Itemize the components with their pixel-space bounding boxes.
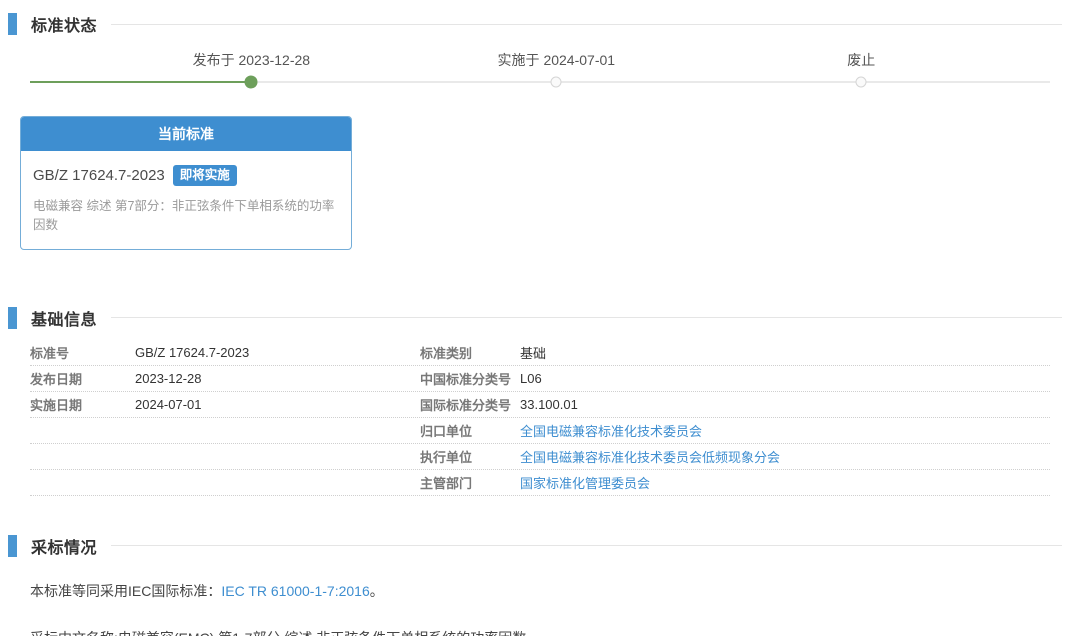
timeline-dot-published xyxy=(245,76,258,89)
centralized-unit-link[interactable]: 全国电磁兼容标准化技术委员会 xyxy=(520,424,702,439)
field-label-implement-date: 实施日期 xyxy=(30,395,135,414)
competent-department-link[interactable]: 国家标准化管理委员会 xyxy=(520,476,650,491)
timeline-dot-implemented xyxy=(551,77,562,88)
table-row: 发布日期 2023-12-28 中国标准分类号 L06 xyxy=(30,366,1050,392)
adoption-line-1-prefix: 本标准等同采用IEC国际标准： xyxy=(30,583,221,599)
standard-number: GB/Z 17624.7-2023 xyxy=(33,167,165,184)
field-value-category: 基础 xyxy=(520,343,1050,362)
timeline-dot-abolished xyxy=(856,77,867,88)
current-standard-card-header: 当前标准 xyxy=(21,117,351,151)
section-marker-bar xyxy=(8,535,17,557)
section-marker-bar xyxy=(8,13,17,35)
current-standard-card-body: GB/Z 17624.7-2023 即将实施 电磁兼容 综述 第7部分：非正弦条… xyxy=(21,151,351,249)
basic-info-table: 标准号 GB/Z 17624.7-2023 标准类别 基础 发布日期 2023-… xyxy=(30,340,1050,496)
field-label-centralized-unit: 归口单位 xyxy=(420,421,520,440)
adoption-line-1: 本标准等同采用IEC国际标准：IEC TR 61000-1-7:2016。 xyxy=(30,581,1050,601)
table-row: 标准号 GB/Z 17624.7-2023 标准类别 基础 xyxy=(30,340,1050,366)
timeline-step-implemented-label: 实施于 2024-07-01 xyxy=(498,50,616,70)
table-row: 执行单位 全国电磁兼容标准化技术委员会低频现象分会 xyxy=(30,444,1050,470)
status-section-header: 标准状态 xyxy=(8,0,1080,36)
standard-lifecycle-timeline: 发布于 2023-12-28 实施于 2024-07-01 废止 xyxy=(30,48,1050,96)
field-value-ccs-code: L06 xyxy=(520,371,1050,386)
adoption-line-2: 采标中文名称:电磁兼容(EMC) 第1-7部分 综述 非正弦条件下单相系统的功率… xyxy=(30,628,1050,636)
page: { "colors": { "accent_blue": "#3e8ed0", … xyxy=(0,0,1080,636)
standard-description: 电磁兼容 综述 第7部分：非正弦条件下单相系统的功率因数 xyxy=(33,195,339,233)
basic-info-section-title: 基础信息 xyxy=(31,306,97,330)
timeline-step-published-label: 发布于 2023-12-28 xyxy=(193,50,311,70)
field-label-standard-no: 标准号 xyxy=(30,343,135,362)
timeline-progress xyxy=(30,81,251,83)
field-label-competent-department: 主管部门 xyxy=(420,473,520,492)
field-label-ccs-code: 中国标准分类号 xyxy=(420,369,520,388)
section-rule xyxy=(111,317,1062,318)
section-rule xyxy=(111,545,1062,546)
table-row: 实施日期 2024-07-01 国际标准分类号 33.100.01 xyxy=(30,392,1050,418)
adoption-section-title: 采标情况 xyxy=(31,534,97,558)
field-value-ics-code: 33.100.01 xyxy=(520,397,1050,412)
field-value-implement-date: 2024-07-01 xyxy=(135,397,420,412)
field-label-publish-date: 发布日期 xyxy=(30,369,135,388)
adoption-section-header: 采标情况 xyxy=(8,534,1080,558)
adoption-line-1-suffix: 。 xyxy=(370,583,384,599)
table-row: 归口单位 全国电磁兼容标准化技术委员会 xyxy=(30,418,1050,444)
table-row: 主管部门 国家标准化管理委员会 xyxy=(30,470,1050,496)
timeline-step-abolished-label: 废止 xyxy=(847,50,875,70)
field-label-executive-unit: 执行单位 xyxy=(420,447,520,466)
executive-unit-link[interactable]: 全国电磁兼容标准化技术委员会低频现象分会 xyxy=(520,450,780,465)
current-standard-card: 当前标准 GB/Z 17624.7-2023 即将实施 电磁兼容 综述 第7部分… xyxy=(20,116,352,250)
field-label-ics-code: 国际标准分类号 xyxy=(420,395,520,414)
status-section-title: 标准状态 xyxy=(31,12,97,36)
status-badge: 即将实施 xyxy=(173,165,237,186)
section-marker-bar xyxy=(8,307,17,329)
iec-standard-link[interactable]: IEC TR 61000-1-7:2016 xyxy=(221,583,369,599)
field-value-standard-no: GB/Z 17624.7-2023 xyxy=(135,345,420,360)
field-label-category: 标准类别 xyxy=(420,343,520,362)
field-value-publish-date: 2023-12-28 xyxy=(135,371,420,386)
basic-info-section-header: 基础信息 xyxy=(8,306,1080,330)
section-rule xyxy=(111,24,1062,25)
